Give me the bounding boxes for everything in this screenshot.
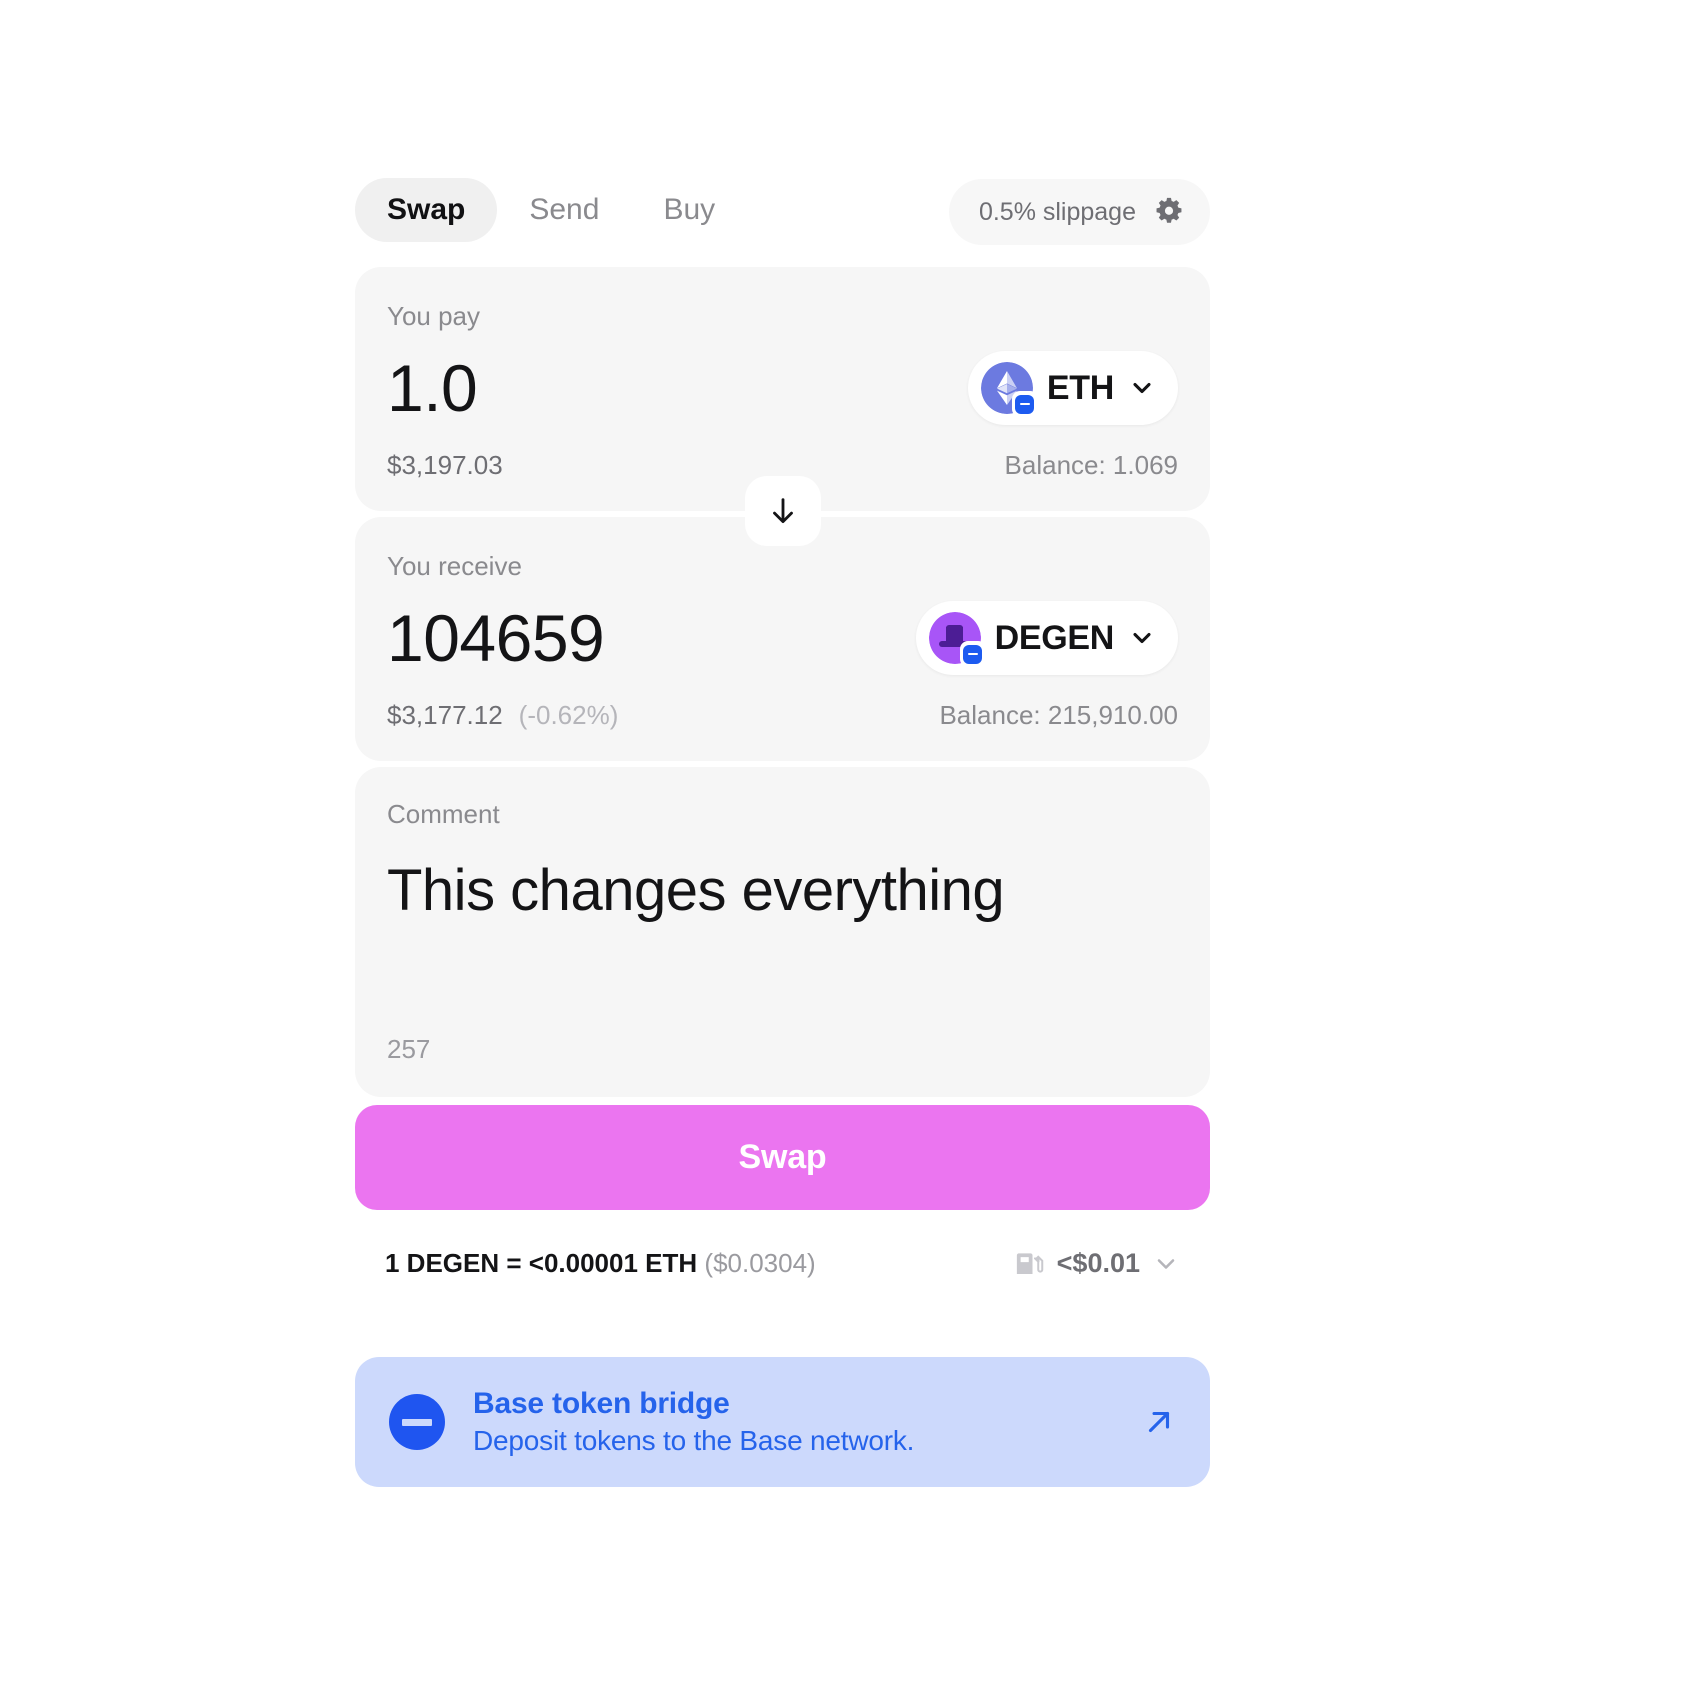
banner-subtitle: Deposit tokens to the Base network. [473,1425,915,1456]
receive-usd-value: $3,177.12 [387,700,503,730]
pay-label: You pay [387,301,481,331]
tab-send[interactable]: Send [497,178,631,242]
rate-row: 1 DEGEN = <0.00001 ETH ($0.0304) <$0.01 [355,1248,1210,1279]
receive-token-selector[interactable]: DEGEN [915,601,1178,675]
top-bar: Swap Send Buy 0.5% slippage [355,175,1210,245]
swap-submit-button[interactable]: Swap [355,1105,1210,1210]
receive-label: You receive [387,551,522,581]
exchange-rate: 1 DEGEN = <0.00001 ETH ($0.0304) [385,1248,816,1279]
comment-panel: Comment This changes everything 257 [355,767,1210,1097]
comment-input[interactable]: This changes everything [387,858,1178,1034]
chevron-down-icon [1128,374,1156,402]
banner-body: Base token bridge Deposit tokens to the … [473,1387,1114,1457]
gas-fee-button[interactable]: <$0.01 [1015,1248,1180,1279]
base-logo-icon [389,1394,445,1450]
tab-swap[interactable]: Swap [355,178,498,242]
exchange-rate-usd: ($0.0304) [704,1248,816,1278]
swap-direction-button[interactable] [744,476,821,546]
tab-buy-label: Buy [663,193,716,226]
comment-char-count: 257 [387,1034,431,1064]
gas-pump-icon [1015,1249,1045,1279]
base-network-badge [1011,391,1038,417]
tab-swap-label: Swap [387,193,466,226]
pay-token-selector[interactable]: ETH [967,351,1178,425]
pay-token-symbol: ETH [1046,368,1114,407]
receive-amount-row: 104659 DEGEN [387,598,1178,678]
receive-price-impact: (-0.62%) [518,700,619,730]
receive-amount-input[interactable]: 104659 [387,605,907,671]
base-network-badge [959,641,986,667]
receive-panel: You receive 104659 DEGEN $3,177.12 (-0.6… [355,517,1210,761]
pay-balance: Balance: 1.069 [1004,450,1178,480]
external-link-arrow-icon[interactable] [1142,1405,1176,1439]
pay-usd-value: $3,197.03 [387,450,503,480]
degen-hat-icon [928,612,986,667]
gear-icon[interactable] [1152,195,1186,229]
slippage-label: 0.5% slippage [978,197,1136,226]
gas-fee-amount: <$0.01 [1056,1248,1140,1278]
pay-panel: You pay 1.0 ETH $3,197.03 Balance: 1.069 [355,267,1210,546]
chevron-down-icon [1128,624,1156,652]
pay-amount-input[interactable]: 1.0 [387,355,907,421]
slippage-settings-button[interactable]: 0.5% slippage [948,179,1210,245]
comment-label: Comment [387,799,500,829]
base-bridge-banner[interactable]: Base token bridge Deposit tokens to the … [355,1357,1210,1487]
banner-title: Base token bridge [473,1387,730,1420]
tab-send-label: Send [529,193,600,226]
arrow-down-icon [766,494,800,528]
chevron-down-icon [1152,1250,1180,1278]
tab-buy[interactable]: Buy [631,178,747,242]
pay-amount-row: 1.0 ETH [387,348,1178,428]
ethereum-icon [980,362,1038,417]
swap-widget: Swap Send Buy 0.5% slippage You pay 1.0 [355,175,1210,1487]
receive-token-symbol: DEGEN [994,618,1115,657]
exchange-rate-text: 1 DEGEN = <0.00001 ETH [385,1248,698,1278]
receive-balance: Balance: 215,910.00 [939,700,1178,730]
receive-meta-row: $3,177.12 (-0.62%) Balance: 215,910.00 [387,700,1178,731]
